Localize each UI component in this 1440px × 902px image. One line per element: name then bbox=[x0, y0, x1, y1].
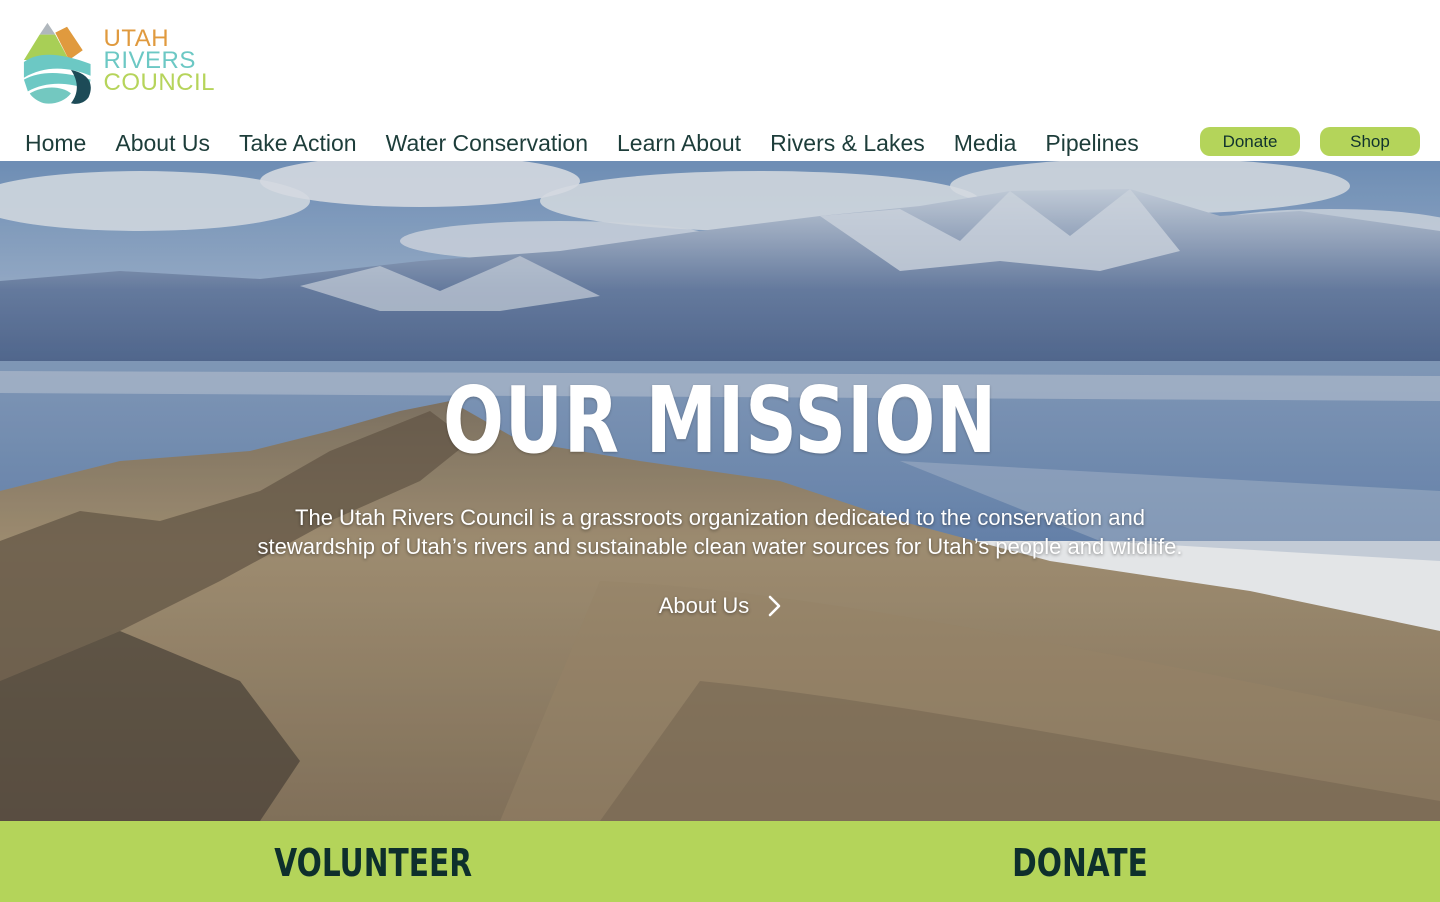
logo-mark-icon bbox=[23, 22, 91, 104]
cta-band: VOLUNTEER DONATE bbox=[0, 821, 1440, 902]
nav-item-home[interactable]: Home bbox=[25, 130, 86, 157]
nav-item-pipelines[interactable]: Pipelines bbox=[1045, 130, 1138, 157]
hero-landscape-image bbox=[0, 161, 1440, 821]
nav-item-media[interactable]: Media bbox=[954, 130, 1017, 157]
nav-item-water-conservation[interactable]: Water Conservation bbox=[386, 130, 588, 157]
header-donate-button[interactable]: Donate bbox=[1200, 127, 1300, 156]
mission-line-1: The Utah Rivers Council is a grassroots … bbox=[295, 505, 1145, 530]
hero-title: OUR MISSION bbox=[442, 367, 998, 474]
mission-line-2: stewardship of Utah’s rivers and sustain… bbox=[257, 534, 1183, 559]
about-us-link[interactable]: About Us bbox=[640, 589, 800, 623]
mission-statement: The Utah Rivers Council is a grassroots … bbox=[180, 503, 1260, 561]
about-us-link-label: About Us bbox=[658, 593, 750, 618]
nav-item-about-us[interactable]: About Us bbox=[115, 130, 210, 157]
donate-link[interactable]: DONATE bbox=[1010, 841, 1150, 885]
nav-item-take-action[interactable]: Take Action bbox=[239, 130, 357, 157]
header-shop-button[interactable]: Shop bbox=[1320, 127, 1420, 156]
volunteer-link[interactable]: VOLUNTEER bbox=[274, 841, 472, 885]
site-header: UTAH RIVERS COUNCIL Home About Us Take A… bbox=[0, 0, 1440, 161]
logo-line-council: COUNCIL bbox=[103, 69, 215, 96]
chevron-right-icon bbox=[768, 595, 781, 617]
logo-wordmark: UTAH RIVERS COUNCIL bbox=[103, 27, 215, 96]
hero-section: OUR MISSION The Utah Rivers Council is a… bbox=[0, 161, 1440, 821]
main-nav: Home About Us Take Action Water Conserva… bbox=[25, 126, 1139, 160]
nav-item-rivers-lakes[interactable]: Rivers & Lakes bbox=[770, 130, 925, 157]
nav-item-learn-about[interactable]: Learn About bbox=[617, 130, 741, 157]
site-logo[interactable]: UTAH RIVERS COUNCIL bbox=[20, 20, 215, 108]
